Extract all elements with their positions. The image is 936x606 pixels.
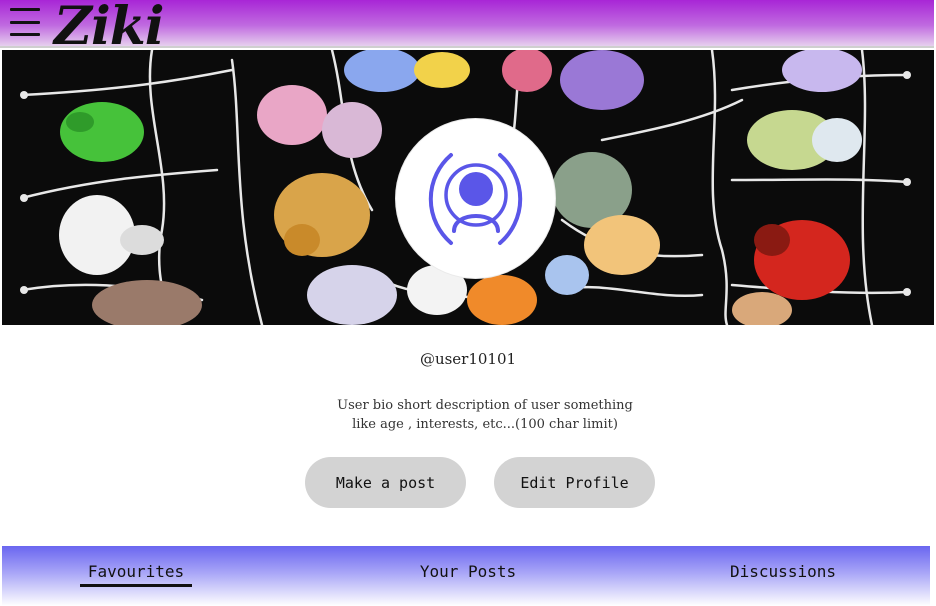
active-tab-indicator	[80, 584, 192, 587]
app-logo[interactable]: Ziki	[54, 0, 164, 57]
make-post-button[interactable]: Make a post	[305, 457, 466, 508]
profile-avatar[interactable]	[396, 119, 555, 278]
user-bio: User bio short description of user somet…	[330, 396, 640, 434]
top-bar: Ziki	[0, 0, 934, 57]
username: @user10101	[419, 350, 517, 368]
tab-favourites[interactable]: Favourites	[80, 562, 192, 581]
user-bio-line: like age , interests, etc...(100 char li…	[352, 417, 618, 432]
tab-your-posts[interactable]: Your Posts	[412, 562, 524, 581]
user-avatar-icon	[428, 153, 523, 245]
edit-profile-button[interactable]: Edit Profile	[494, 457, 655, 508]
profile-tab-bar: Favourites Your Posts Discussions	[2, 546, 930, 606]
hamburger-menu-icon[interactable]	[10, 8, 40, 36]
user-bio-line: User bio short description of user somet…	[337, 398, 633, 413]
tab-discussions[interactable]: Discussions	[720, 562, 846, 581]
